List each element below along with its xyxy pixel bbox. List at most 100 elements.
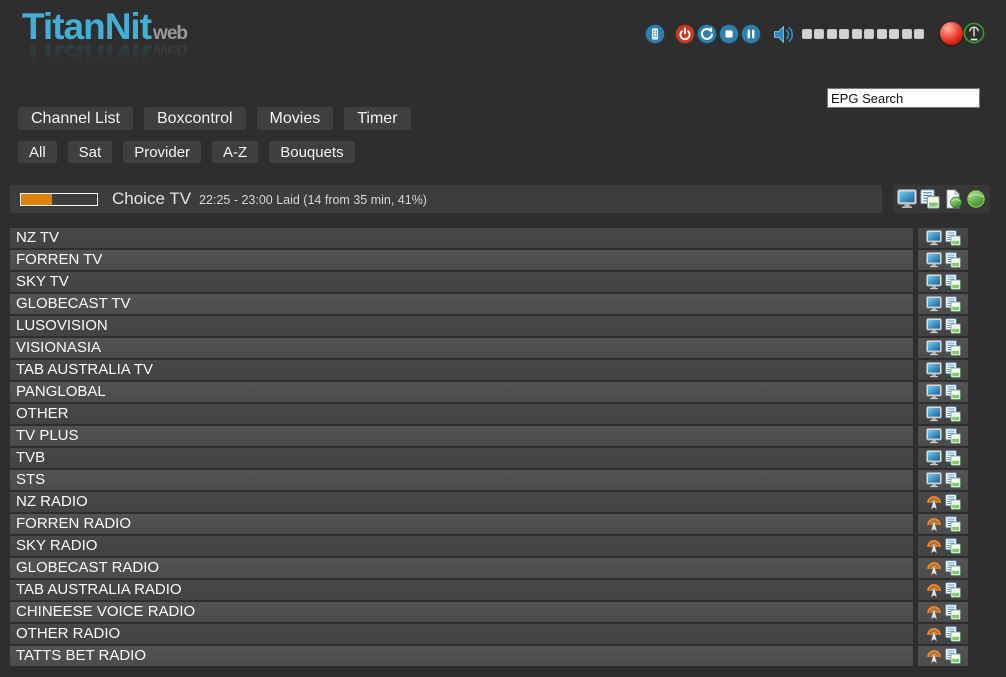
restart-icon[interactable] [697, 24, 717, 44]
epg-icon[interactable] [945, 472, 961, 488]
epg-icon[interactable] [945, 230, 961, 246]
filter-a-z[interactable]: A-Z [212, 141, 258, 163]
volume-segment[interactable] [889, 29, 899, 39]
epg-icon[interactable] [945, 604, 961, 620]
epg-icon[interactable] [945, 648, 961, 664]
epg-icon[interactable] [945, 494, 961, 510]
channel-name[interactable]: SKY TV [10, 272, 913, 292]
tv-icon[interactable] [926, 384, 942, 400]
speaker-icon[interactable] [772, 24, 795, 45]
epg-icon[interactable] [945, 560, 961, 576]
volume-segment[interactable] [902, 29, 912, 39]
radio-icon[interactable] [926, 538, 942, 554]
channel-name[interactable]: TAB AUSTRALIA RADIO [10, 580, 913, 600]
channel-name[interactable]: CHINEESE VOICE RADIO [10, 602, 913, 622]
filter-sat[interactable]: Sat [68, 141, 113, 163]
radio-icon[interactable] [926, 494, 942, 510]
tv-icon[interactable] [926, 340, 942, 356]
pause-icon[interactable] [741, 24, 761, 44]
channel-actions [918, 250, 968, 270]
tv-icon[interactable] [926, 274, 942, 290]
volume-segment[interactable] [814, 29, 824, 39]
channel-row: SKY RADIO [10, 536, 968, 556]
filter-all[interactable]: All [18, 141, 57, 163]
channel-name[interactable]: TVB [10, 448, 913, 468]
tv-icon[interactable] [926, 296, 942, 312]
tab-boxcontrol[interactable]: Boxcontrol [144, 107, 246, 130]
tv-icon[interactable] [926, 252, 942, 268]
volume-segment[interactable] [839, 29, 849, 39]
channel-name[interactable]: VISIONASIA [10, 338, 913, 358]
tab-channel-list[interactable]: Channel List [18, 107, 133, 130]
epg-icon[interactable] [945, 428, 961, 444]
volume-segment[interactable] [852, 29, 862, 39]
epg-icon[interactable] [945, 362, 961, 378]
volume-segment[interactable] [802, 29, 812, 39]
tab-movies[interactable]: Movies [257, 107, 334, 130]
power-icon[interactable] [675, 24, 695, 44]
radio-icon[interactable] [926, 516, 942, 532]
epg-icon[interactable] [945, 538, 961, 554]
epg-icon[interactable] [945, 252, 961, 268]
radio-icon[interactable] [926, 582, 942, 598]
progress-bar-fill [21, 194, 52, 205]
tab-timer[interactable]: Timer [344, 107, 410, 130]
tv-icon[interactable] [926, 230, 942, 246]
now-playing-bar[interactable]: Choice TV 22:25 - 23:00 Laid (14 from 35… [10, 185, 882, 213]
channel-name[interactable]: OTHER RADIO [10, 624, 913, 644]
epg-icon[interactable] [945, 318, 961, 334]
epg-icon[interactable] [945, 384, 961, 400]
epg-icon[interactable] [945, 626, 961, 642]
channel-name[interactable]: GLOBECAST RADIO [10, 558, 913, 578]
epg-icon[interactable] [945, 516, 961, 532]
channel-name[interactable]: TV PLUS [10, 426, 913, 446]
filter-bouquets[interactable]: Bouquets [269, 141, 354, 163]
tv-icon[interactable] [926, 428, 942, 444]
channel-name[interactable]: OTHER [10, 404, 913, 424]
epg-icon[interactable] [945, 274, 961, 290]
channel-name[interactable]: LUSOVISION [10, 316, 913, 336]
epg-icon[interactable] [945, 406, 961, 422]
epg-icon[interactable] [945, 340, 961, 356]
channel-actions [918, 426, 968, 446]
radio-icon[interactable] [926, 560, 942, 576]
volume-segment[interactable] [877, 29, 887, 39]
stop-icon[interactable] [719, 24, 739, 44]
channel-name[interactable]: SKY RADIO [10, 536, 913, 556]
filter-provider[interactable]: Provider [123, 141, 201, 163]
record-ball-icon [940, 22, 963, 45]
radio-icon[interactable] [926, 604, 942, 620]
radio-icon[interactable] [926, 648, 942, 664]
now-playing-actions [893, 185, 990, 213]
remote-control-icon[interactable] [645, 24, 665, 44]
stream-document-icon[interactable] [943, 189, 963, 209]
channel-actions [918, 646, 968, 666]
tv-icon[interactable] [897, 189, 917, 209]
channel-name[interactable]: FORREN RADIO [10, 514, 913, 534]
channel-name[interactable]: NZ RADIO [10, 492, 913, 512]
volume-segment[interactable] [864, 29, 874, 39]
channel-name[interactable]: TATTS BET RADIO [10, 646, 913, 666]
channel-name[interactable]: TAB AUSTRALIA TV [10, 360, 913, 380]
volume-segment[interactable] [827, 29, 837, 39]
tv-icon[interactable] [926, 406, 942, 422]
volume-segment[interactable] [914, 29, 924, 39]
epg-search-input[interactable] [827, 88, 980, 108]
channel-name[interactable]: NZ TV [10, 228, 913, 248]
epg-icon[interactable] [945, 296, 961, 312]
channel-name[interactable]: FORREN TV [10, 250, 913, 270]
webtv-globe-icon[interactable] [966, 189, 986, 209]
epg-icon[interactable] [920, 189, 940, 209]
channel-name[interactable]: GLOBECAST TV [10, 294, 913, 314]
tv-icon[interactable] [926, 472, 942, 488]
channel-name[interactable]: STS [10, 470, 913, 490]
tv-icon[interactable] [926, 362, 942, 378]
epg-icon[interactable] [945, 582, 961, 598]
channel-actions [918, 404, 968, 424]
epg-icon[interactable] [945, 450, 961, 466]
tv-icon[interactable] [926, 318, 942, 334]
channel-name[interactable]: PANGLOBAL [10, 382, 913, 402]
transmit-icon[interactable] [963, 22, 985, 44]
radio-icon[interactable] [926, 626, 942, 642]
tv-icon[interactable] [926, 450, 942, 466]
